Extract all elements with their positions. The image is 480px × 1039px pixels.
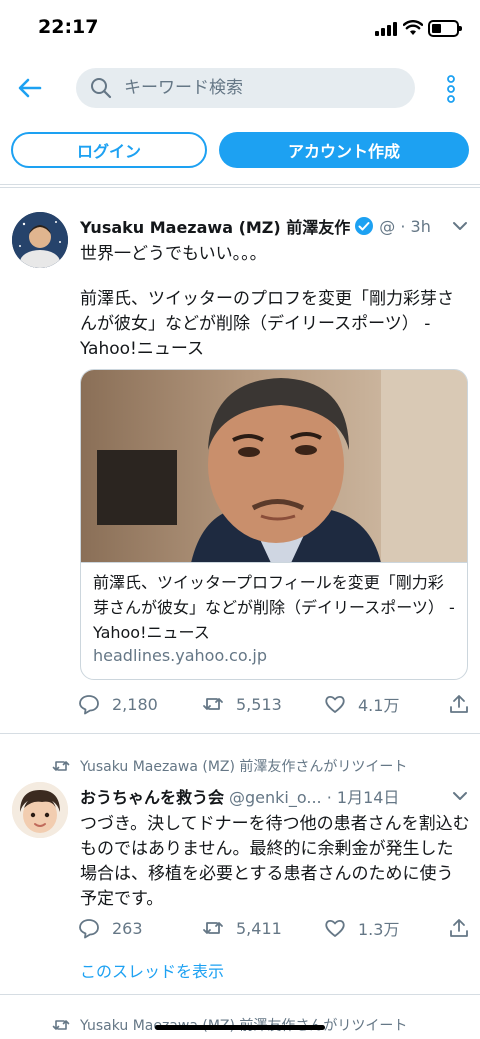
search-icon xyxy=(91,78,112,99)
signal-icon xyxy=(375,22,399,36)
like-count: 1.3万 xyxy=(358,920,400,939)
reply-count: 263 xyxy=(112,918,143,938)
retweet-icon xyxy=(52,761,70,771)
share-button[interactable] xyxy=(448,692,470,716)
author-line: おうちゃんを救う会 @genki_o... · 1月14日 xyxy=(80,784,399,808)
share-icon xyxy=(450,695,468,713)
share-icon xyxy=(450,919,468,937)
battery-icon xyxy=(428,20,462,37)
retweet-icon xyxy=(52,1020,70,1030)
like-button[interactable]: 4.1万 xyxy=(324,692,399,716)
like-button[interactable]: 1.3万 xyxy=(324,916,399,940)
status-bar: 22:17 xyxy=(0,0,480,58)
verified-badge-icon xyxy=(355,217,374,235)
divider xyxy=(0,733,480,734)
search-input[interactable] xyxy=(124,68,404,108)
vertical-dots-icon[interactable] xyxy=(440,74,462,104)
chevron-down-icon[interactable] xyxy=(452,221,468,231)
wifi-icon xyxy=(403,20,423,35)
arrow-left-icon[interactable] xyxy=(16,74,44,102)
show-thread-link[interactable]: このスレッドを表示 xyxy=(80,958,224,982)
retweet-icon xyxy=(203,698,223,710)
retweet-button[interactable]: 5,513 xyxy=(202,692,282,716)
login-button[interactable]: ログイン xyxy=(11,132,207,168)
like-count: 4.1万 xyxy=(358,696,400,715)
share-button[interactable] xyxy=(448,916,470,940)
retweeted-by-text[interactable]: Yusaku Maezawa (MZ) 前澤友作さんがリツイート xyxy=(80,756,407,776)
avatar[interactable] xyxy=(12,782,68,838)
handle-and-time: @genki_o... · 1月14日 xyxy=(229,788,400,807)
handle-and-time: @ · 3h xyxy=(379,216,431,236)
home-indicator[interactable] xyxy=(155,1025,325,1030)
retweet-count: 5,411 xyxy=(236,918,282,938)
retweet-count: 5,513 xyxy=(236,694,282,714)
tweet-actions: 263 5,411 1.3万 xyxy=(78,916,470,940)
tweet-actions: 2,180 5,513 4.1万 xyxy=(78,692,470,716)
reply-button[interactable]: 2,180 xyxy=(78,692,158,716)
card-title: 前澤氏、ツイッタープロフィールを変更「剛力彩芽さんが彼女」などが削除（デイリース… xyxy=(93,573,455,642)
author-name[interactable]: おうちゃんを救う会 xyxy=(80,784,224,808)
author-line: Yusaku Maezawa (MZ) 前澤友作 @ · 3h xyxy=(80,214,431,238)
divider xyxy=(0,184,480,185)
divider xyxy=(0,187,480,188)
divider xyxy=(0,994,480,995)
chevron-down-icon[interactable] xyxy=(452,791,468,801)
tweet-text-link-title: 前澤氏、ツイッターのプロフを変更「剛力彩芽さんが彼女」などが削除（デイリースポー… xyxy=(80,289,454,359)
search-box[interactable] xyxy=(76,68,415,108)
retweet-icon xyxy=(203,922,223,934)
avatar[interactable] xyxy=(12,212,68,268)
status-time: 22:17 xyxy=(38,16,99,38)
heart-icon xyxy=(325,919,345,937)
reply-count: 2,180 xyxy=(112,694,158,714)
tweet-text: つづき。決してドナーを待つ他の患者さんを割込むものではありません。最終的に余剰金… xyxy=(80,814,470,909)
heart-icon xyxy=(325,695,345,713)
retweeted-by-line: Yusaku Maezawa (MZ) 前澤友作さんがリツイート xyxy=(52,756,407,776)
reply-button[interactable]: 263 xyxy=(78,916,143,940)
create-account-button[interactable]: アカウント作成 xyxy=(219,132,469,168)
reply-icon xyxy=(79,919,99,939)
reply-icon xyxy=(79,695,99,715)
card-domain: headlines.yahoo.co.jp xyxy=(93,646,268,665)
link-card[interactable]: 前澤氏、ツイッタープロフィールを変更「剛力彩芽さんが彼女」などが削除（デイリース… xyxy=(80,369,468,680)
retweet-button[interactable]: 5,411 xyxy=(202,916,282,940)
card-image xyxy=(81,370,467,563)
author-name[interactable]: Yusaku Maezawa (MZ) 前澤友作 xyxy=(80,214,350,238)
tweet-text: 世界一どうでもいい。。。 xyxy=(80,244,267,264)
